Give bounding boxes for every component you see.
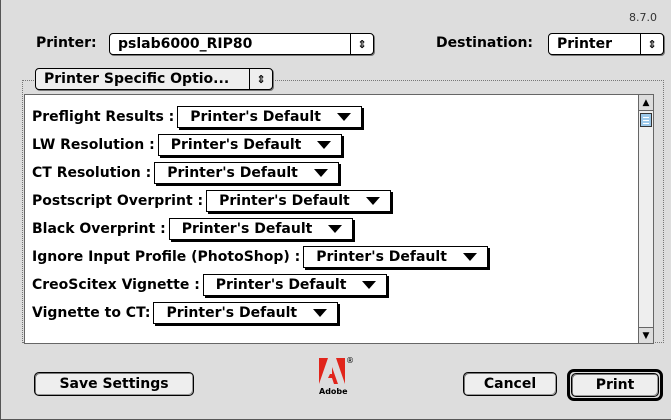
save-settings-button[interactable]: Save Settings (34, 372, 194, 396)
option-row: Black Overprint : Printer's Default (32, 217, 354, 241)
vertical-scrollbar[interactable]: ▲ ▼ (638, 95, 653, 343)
popup-arrows-icon: ⇕ (249, 69, 272, 89)
dropdown-triangle-icon (462, 253, 477, 261)
destination-label: Destination: (436, 35, 534, 51)
version-label: 8.7.0 (629, 11, 657, 24)
option-dropdown[interactable]: Printer's Default (168, 218, 354, 240)
scroll-up-icon[interactable]: ▲ (639, 95, 653, 111)
options-list: Preflight Results : Printer's Default LW… (24, 94, 654, 344)
option-value: Printer's Default (316, 249, 447, 265)
option-dropdown[interactable]: Printer's Default (202, 274, 388, 296)
option-row: CT Resolution : Printer's Default (32, 161, 339, 185)
option-dropdown[interactable]: Printer's Default (206, 190, 391, 212)
option-row: Ignore Input Profile (PhotoShop) : Print… (32, 245, 488, 269)
option-value: Printer's Default (215, 277, 347, 293)
dropdown-triangle-icon (328, 225, 343, 233)
printer-label: Printer: (36, 35, 97, 51)
option-dropdown[interactable]: Printer's Default (177, 106, 362, 128)
option-label: CT Resolution : (32, 165, 152, 181)
dropdown-triangle-icon (365, 197, 380, 205)
print-dialog: 8.7.0 Printer: pslab6000_RIP80 ⇕ Destina… (0, 0, 671, 420)
popup-arrows-icon: ⇕ (640, 34, 663, 54)
printer-popup[interactable]: pslab6000_RIP80 ⇕ (109, 33, 374, 55)
section-popup-value: Printer Specific Optio... (44, 71, 230, 87)
option-label: Black Overprint : (32, 221, 166, 237)
option-row: LW Resolution : Printer's Default (32, 133, 343, 157)
option-row: Postscript Overprint : Printer's Default (32, 189, 391, 213)
popup-arrows-icon: ⇕ (350, 34, 373, 54)
option-label: Preflight Results : (32, 109, 175, 125)
option-dropdown[interactable]: Printer's Default (154, 162, 339, 184)
option-row: Vignette to CT: Printer's Default (32, 301, 339, 325)
option-dropdown[interactable]: Printer's Default (153, 302, 339, 324)
option-value: Printer's Default (170, 137, 302, 153)
dropdown-triangle-icon (317, 141, 332, 149)
registered-mark: ® (346, 356, 354, 365)
adobe-logo-icon: Adobe ® (319, 356, 363, 402)
option-value: Printer's Default (166, 305, 298, 321)
option-label: LW Resolution : (32, 137, 155, 153)
adobe-logo-shape (319, 358, 345, 384)
option-dropdown[interactable]: Printer's Default (157, 134, 343, 156)
destination-popup-value: Printer (557, 36, 613, 52)
print-button[interactable]: Print (571, 373, 659, 397)
destination-popup[interactable]: Printer ⇕ (548, 33, 664, 55)
option-value: Printer's Default (181, 221, 313, 237)
dropdown-triangle-icon (336, 113, 351, 121)
option-label: Postscript Overprint : (32, 193, 204, 209)
adobe-logo-text: Adobe (319, 387, 348, 396)
option-label: CreoScitex Vignette : (32, 277, 200, 293)
option-label: Ignore Input Profile (PhotoShop) : (32, 249, 301, 265)
option-value: Printer's Default (190, 109, 321, 125)
option-value: Printer's Default (219, 193, 350, 209)
scroll-thumb[interactable] (640, 113, 652, 127)
cancel-button[interactable]: Cancel (463, 372, 557, 396)
option-label: Vignette to CT: (32, 305, 151, 321)
option-value: Printer's Default (167, 165, 298, 181)
option-row: CreoScitex Vignette : Printer's Default (32, 273, 388, 297)
section-popup[interactable]: Printer Specific Optio... ⇕ (35, 68, 273, 90)
scroll-down-icon[interactable]: ▼ (639, 327, 653, 343)
dropdown-triangle-icon (362, 281, 377, 289)
option-dropdown[interactable]: Printer's Default (303, 246, 488, 268)
dropdown-triangle-icon (313, 309, 328, 317)
option-row: Preflight Results : Printer's Default (32, 105, 362, 129)
dropdown-triangle-icon (313, 169, 328, 177)
printer-popup-value: pslab6000_RIP80 (118, 36, 253, 52)
